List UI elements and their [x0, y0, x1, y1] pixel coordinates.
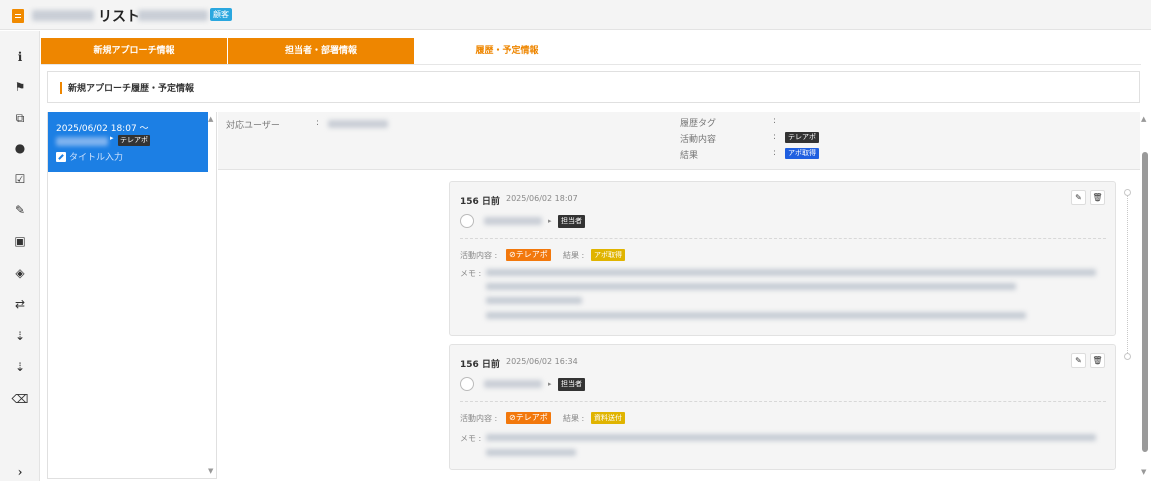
scrollbar-thumb[interactable] [1142, 152, 1148, 452]
history-list: 2025/06/02 18:07 ～ ▸ テレアポ タイトル入力 ▲ ▼ [47, 112, 217, 479]
tab-new-approach[interactable]: 新規アプローチ情報 [41, 38, 227, 64]
delete-button[interactable]: 🗑 [1090, 353, 1105, 368]
card-datetime: 2025/06/02 18:07 [506, 194, 578, 203]
trash-icon[interactable]: ⌫ [0, 386, 40, 412]
section-header: 新規アプローチ履歴・予定情報 [47, 71, 1140, 103]
caret-right-icon: ▸ [548, 380, 552, 388]
memo-line-redacted [486, 434, 1096, 441]
memo-line-redacted [486, 269, 1096, 276]
edit-button[interactable]: ✎ [1071, 353, 1086, 368]
history-info-header: 対応ユーザー : 履歴タグ : 活動内容 : テレアポ 結果 : アポ取得 [218, 112, 1140, 170]
swap-icon[interactable]: ⇄ [0, 291, 40, 317]
chevron-right-icon[interactable]: › [0, 459, 40, 481]
card-user-redacted [484, 217, 542, 225]
delete-button[interactable]: 🗑 [1090, 190, 1105, 205]
history-card: 156 日前 2025/06/02 16:34 ✎ 🗑 ▸ 担当者 活動内容 :… [449, 344, 1116, 470]
copy-icon[interactable]: ⧉ [0, 105, 40, 131]
eye-off-icon[interactable]: ◈ [0, 260, 40, 286]
customer-badge: 顧客 [210, 8, 232, 21]
flag-icon[interactable]: ⚑ [0, 74, 40, 100]
memo-label: メモ : [460, 434, 482, 443]
activity-tag-text: テレアポ [515, 413, 548, 422]
list-item[interactable]: 2025/06/02 18:07 ～ ▸ テレアポ タイトル入力 [48, 112, 208, 172]
activity-label: 活動内容 : [460, 251, 498, 260]
memo-line-redacted [486, 297, 582, 304]
section-title: 新規アプローチ履歴・予定情報 [68, 84, 195, 94]
colon: : [773, 148, 777, 158]
tab-history-schedule[interactable]: 履歴・予定情報 [414, 38, 600, 64]
timeline-dot [1124, 353, 1131, 360]
edit-button[interactable]: ✎ [1071, 190, 1086, 205]
result-tag: アポ取得 [591, 249, 625, 261]
colon: : [773, 132, 777, 142]
paperclip-icon[interactable]: ✎ [0, 197, 40, 223]
activity-tag: ⊘テレアポ [506, 249, 551, 261]
result-label: 結果 : [563, 414, 585, 423]
sort-desc-icon[interactable]: ⇣ [0, 354, 40, 380]
scroll-down-icon[interactable]: ▼ [1141, 468, 1146, 476]
colon: : [316, 118, 320, 128]
history-card: 156 日前 2025/06/02 18:07 ✎ 🗑 ▸ 担当者 活動内容 :… [449, 181, 1116, 336]
result-tag: 資料送付 [591, 412, 625, 424]
activity-label: 活動内容 [680, 135, 717, 145]
memo-label: メモ : [460, 269, 482, 278]
caret-right-icon: ▸ [548, 217, 552, 225]
scroll-up-icon[interactable]: ▲ [208, 115, 213, 123]
title-bar: リスト 顧客 [0, 0, 1151, 30]
document-icon[interactable]: ▣ [0, 228, 40, 254]
colon: : [773, 116, 777, 126]
history-tag-label: 履歴タグ [680, 119, 717, 129]
section-accent-bar [60, 82, 62, 94]
memo-line-redacted [486, 449, 576, 456]
activity-label: 活動内容 : [460, 414, 498, 423]
list-item-date: 2025/06/02 18:07 ～ [56, 124, 149, 134]
tab-contact-department[interactable]: 担当者・部署情報 [228, 38, 414, 64]
scroll-up-icon[interactable]: ▲ [1141, 115, 1146, 123]
memo-line-redacted [486, 283, 1016, 290]
activity-tag-text: テレアポ [515, 250, 548, 259]
tab-underline [41, 64, 1141, 65]
user-name-redacted [328, 120, 388, 128]
result-label: 結果 [680, 151, 699, 161]
divider [460, 401, 1106, 402]
card-datetime: 2025/06/02 16:34 [506, 357, 578, 366]
title-input[interactable]: タイトル入力 [69, 150, 123, 163]
sort-asc-icon[interactable]: ⇣ [0, 323, 40, 349]
left-icon-rail: i ⚑ ⧉ ● ☑ ✎ ▣ ◈ ⇄ ⇣ ⇣ ⌫ › [0, 31, 40, 481]
avatar [460, 377, 474, 391]
caret-right-icon: ▸ [110, 134, 114, 142]
card-days-ago: 156 日前 [460, 197, 500, 207]
company-name-redacted [32, 10, 94, 21]
card-user-redacted [484, 380, 542, 388]
role-tag: 担当者 [558, 215, 585, 228]
card-days-ago: 156 日前 [460, 360, 500, 370]
content-scrollbar[interactable]: ▲ ▼ [1141, 112, 1149, 479]
activity-tag: ⊘テレアポ [506, 412, 551, 424]
timeline-line [1127, 192, 1128, 357]
edit-icon[interactable] [56, 152, 66, 162]
page-title: リスト [98, 9, 140, 25]
divider [460, 238, 1106, 239]
memo-line-redacted [486, 312, 1026, 319]
result-label: 結果 : [563, 251, 585, 260]
document-icon [12, 9, 24, 23]
avatar [460, 214, 474, 228]
list-item-tag: テレアポ [118, 135, 150, 146]
info-icon[interactable]: i [0, 44, 40, 70]
user-label: 対応ユーザー [226, 121, 280, 131]
chat-icon[interactable]: ● [0, 135, 40, 161]
role-tag: 担当者 [558, 378, 585, 391]
scroll-down-icon[interactable]: ▼ [208, 467, 213, 475]
checkbox-icon[interactable]: ☑ [0, 166, 40, 192]
timeline-dot [1124, 189, 1131, 196]
list-item-user-redacted [56, 137, 108, 146]
customer-name-redacted [138, 10, 208, 21]
result-tag: アポ取得 [785, 148, 819, 159]
activity-tag: テレアポ [785, 132, 819, 143]
